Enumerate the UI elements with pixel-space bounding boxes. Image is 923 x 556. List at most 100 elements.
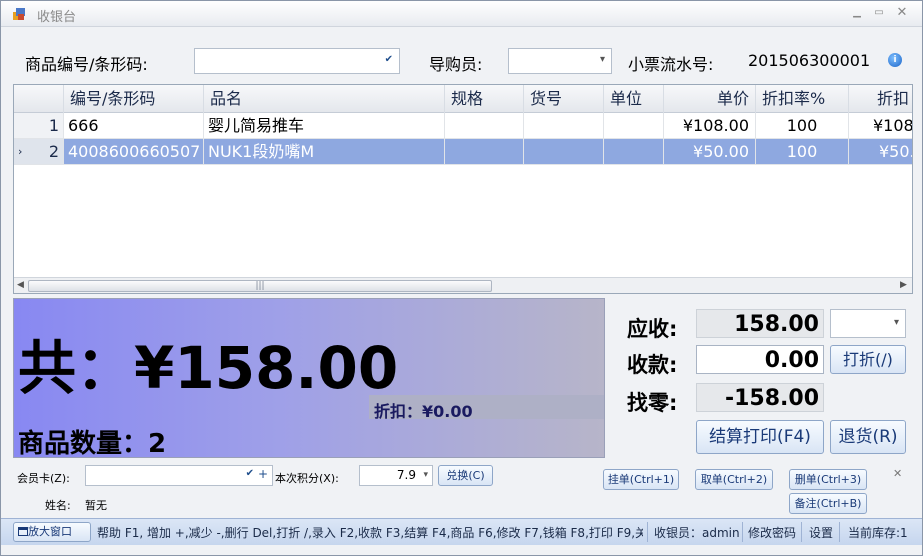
minimize-icon[interactable]: ▁ (849, 6, 865, 20)
barcode-input[interactable]: ✔ (194, 48, 400, 74)
divider (839, 522, 840, 542)
cashier-info: 收银员：admin (654, 526, 740, 540)
grand-total: 共：¥158.00 (18, 334, 399, 402)
hold-order-button[interactable]: 挂单(Ctrl+1) (603, 469, 679, 490)
exchange-button[interactable]: 兑换(C) (438, 465, 493, 486)
member-area: 会员卡(Z): ✔ + 本次积分(X): 7.9 ▾ 兑换(C) 姓名: 暂无 … (13, 463, 913, 517)
search-row: 商品编号/条形码: ✔ 导购员: ▾ 小票流水号: 201506300001 (1, 43, 922, 77)
info-icon[interactable]: i (888, 53, 902, 67)
maximize-icon[interactable]: ▭ (871, 6, 887, 20)
grid-header: 编号/条形码 品名 规格 货号 单位 单价 折扣率% 折扣 (14, 85, 912, 113)
delete-order-button[interactable]: 删单(Ctrl+3) (789, 469, 867, 490)
chevron-down-icon[interactable]: ✔ (385, 54, 393, 65)
close-icon[interactable]: ✕ (894, 6, 910, 20)
settings-link[interactable]: 设置 (809, 524, 833, 541)
row-number: 1 (14, 113, 64, 139)
current-stock: 当前库存:1 (848, 526, 908, 540)
receivable-amount: 158.00 (696, 309, 824, 338)
table-row[interactable]: 1 666 婴儿简易推车 ¥108.00 100 ¥108.00 (14, 113, 912, 139)
change-label: 找零: (627, 391, 678, 415)
receipt-number: 201506300001 (748, 51, 871, 70)
divider (801, 522, 802, 542)
discount-button[interactable]: 打折(/) (830, 345, 906, 374)
cell-discount[interactable]: ¥50.00 (849, 139, 912, 165)
checkout-print-button[interactable]: 结算打印(F4) (696, 420, 824, 454)
cell-rate[interactable]: 100 (756, 113, 849, 139)
cell-price[interactable]: ¥50.00 (664, 139, 756, 165)
title-bar: 收银台 ▁ ▭ ✕ (1, 1, 922, 27)
status-bar: 放大窗口 帮助 F1, 增加 +,减少 -,删行 Del,打折 /,录入 F2,… (1, 518, 922, 545)
points-select[interactable]: 7.9 ▾ (359, 465, 433, 486)
discount-total: 折扣：¥0.00 (374, 402, 473, 421)
header-code[interactable]: 编号/条形码 (64, 85, 204, 113)
horizontal-scrollbar[interactable]: ◀ ||| ▶ (14, 277, 912, 293)
chevron-down-icon[interactable]: ▾ (894, 317, 899, 328)
guide-select[interactable]: ▾ (508, 48, 612, 74)
payment-panel: 应收: 158.00 ▾ 收款: 0.00 打折(/) 找零: -158.00 … (613, 298, 913, 458)
table-row[interactable]: › 2 4008600660507 NUK1段奶嘴M ¥50.00 100 ¥5… (14, 139, 912, 165)
cell-name[interactable]: NUK1段奶嘴M (204, 139, 445, 165)
divider (742, 522, 743, 542)
header-rate[interactable]: 折扣率% (756, 85, 849, 113)
receipt-label: 小票流水号: (628, 55, 714, 74)
payment-method-select[interactable]: ▾ (830, 309, 906, 338)
cell-price[interactable]: ¥108.00 (664, 113, 756, 139)
cashier-window: 收银台 ▁ ▭ ✕ 商品编号/条形码: ✔ 导购员: ▾ 小票流水号: 2015… (0, 0, 923, 556)
row-pointer-icon: › (18, 145, 23, 158)
points-label: 本次积分(X): (275, 472, 339, 485)
plus-icon[interactable]: + (258, 467, 268, 481)
change-password-link[interactable]: 修改密码 (748, 524, 796, 541)
maximize-window-label: 放大窗口 (28, 525, 72, 538)
header-item-no[interactable]: 货号 (524, 85, 604, 113)
cell-spec[interactable] (445, 139, 524, 165)
cell-name[interactable]: 婴儿简易推车 (204, 113, 445, 139)
help-shortcuts: 帮助 F1, 增加 +,减少 -,删行 Del,打折 /,录入 F2,收款 F3… (97, 526, 643, 540)
maximize-window-button[interactable]: 放大窗口 (13, 522, 91, 542)
cell-rate[interactable]: 100 (756, 139, 849, 165)
chevron-down-icon[interactable]: ▾ (423, 466, 428, 485)
total-panel: 共：¥158.00 折扣：¥0.00 商品数量：2 (13, 298, 605, 459)
scroll-right-icon[interactable]: ▶ (900, 280, 907, 290)
items-grid: 编号/条形码 品名 规格 货号 单位 单价 折扣率% 折扣 1 666 婴儿简易… (13, 84, 913, 294)
row-number: › 2 (14, 139, 64, 165)
cell-item-no[interactable] (524, 113, 604, 139)
note-button[interactable]: 备注(Ctrl+B) (789, 493, 867, 514)
header-price[interactable]: 单价 (664, 85, 756, 113)
change-amount: -158.00 (696, 383, 824, 412)
cell-discount[interactable]: ¥108.00 (849, 113, 912, 139)
receivable-label: 应收: (627, 317, 678, 341)
divider (647, 522, 648, 542)
scroll-left-icon[interactable]: ◀ (17, 280, 24, 290)
header-rownum (14, 85, 64, 113)
paid-input[interactable]: 0.00 (696, 345, 824, 374)
cell-code[interactable]: 666 (64, 113, 204, 139)
header-unit[interactable]: 单位 (604, 85, 664, 113)
item-quantity: 商品数量：2 (18, 429, 167, 459)
chevron-down-icon[interactable]: ▾ (600, 54, 605, 65)
cell-unit[interactable] (604, 113, 664, 139)
paid-label: 收款: (627, 353, 678, 377)
cell-spec[interactable] (445, 113, 524, 139)
header-spec[interactable]: 规格 (445, 85, 524, 113)
app-icon (13, 8, 25, 20)
header-name[interactable]: 品名 (204, 85, 445, 113)
panel-close-icon[interactable]: ✕ (893, 467, 902, 480)
guide-label: 导购员: (429, 55, 483, 74)
window-title: 收银台 (37, 10, 77, 25)
window-icon (18, 527, 28, 536)
scrollbar-thumb[interactable]: ||| (28, 280, 492, 292)
barcode-label: 商品编号/条形码: (25, 55, 148, 74)
cell-code[interactable]: 4008600660507 (64, 139, 204, 165)
return-button[interactable]: 退货(R) (830, 420, 906, 454)
row-number-value: 2 (48, 142, 59, 161)
header-discount[interactable]: 折扣 (849, 85, 912, 113)
member-name: 暂无 (85, 499, 107, 512)
name-label: 姓名: (45, 499, 71, 512)
member-card-input[interactable]: ✔ + (85, 465, 273, 486)
cell-item-no[interactable] (524, 139, 604, 165)
cell-unit[interactable] (604, 139, 664, 165)
check-icon[interactable]: ✔ (246, 468, 254, 479)
member-card-label: 会员卡(Z): (17, 472, 70, 485)
retrieve-order-button[interactable]: 取单(Ctrl+2) (695, 469, 773, 490)
points-value: 7.9 (396, 468, 416, 482)
